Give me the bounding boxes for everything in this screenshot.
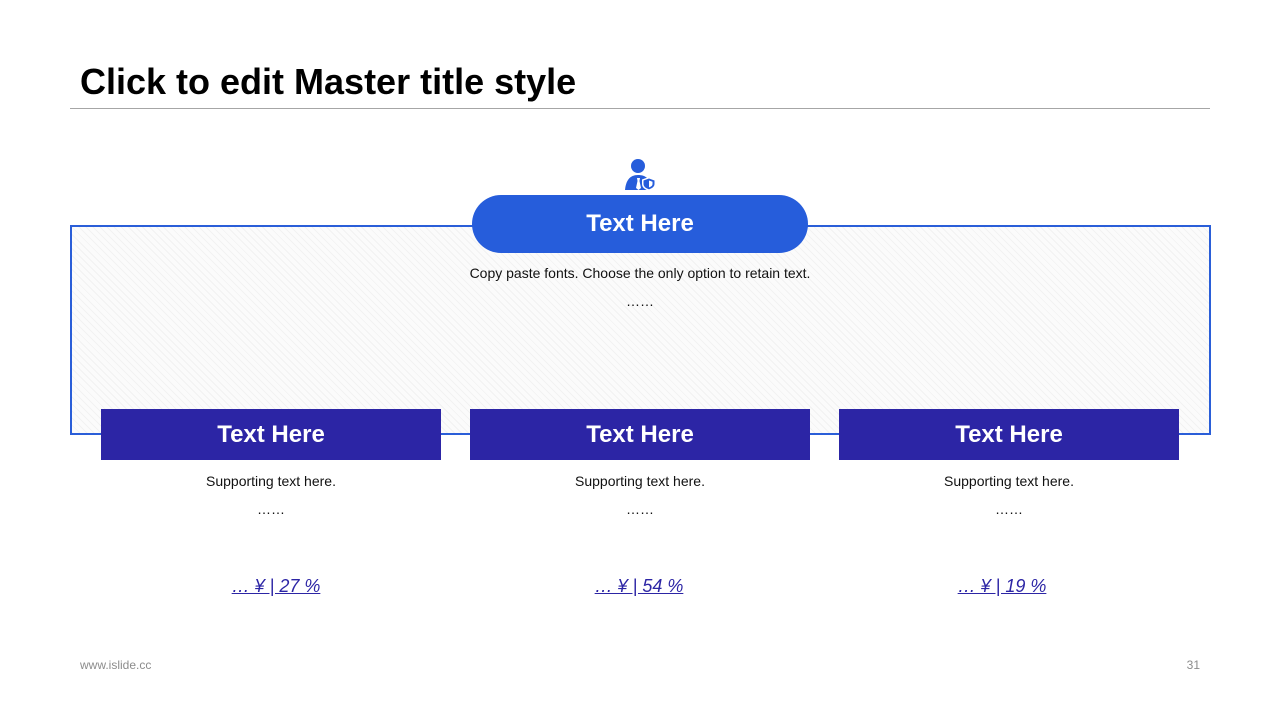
- content-frame: [70, 225, 1211, 435]
- card-3-header: Text Here: [839, 409, 1179, 460]
- card-2-ellipsis: ……: [626, 501, 654, 517]
- slide-title: Click to edit Master title style: [80, 61, 577, 102]
- main-heading-pill: Text Here: [472, 195, 808, 253]
- user-shield-icon: [625, 159, 656, 191]
- card-1-heading: Text Here: [217, 420, 325, 448]
- card-3-text: Supporting text here.: [944, 473, 1074, 489]
- card-2-text: Supporting text here.: [575, 473, 705, 489]
- card-2-stat: … ¥ | 54 %: [594, 576, 684, 596]
- card-2-header: Text Here: [470, 409, 810, 460]
- title-divider: [70, 108, 1210, 109]
- card-3-ellipsis: ……: [995, 501, 1023, 517]
- card-3-heading: Text Here: [955, 420, 1063, 448]
- card-1-ellipsis: ……: [257, 501, 285, 517]
- card-1-stat: … ¥ | 27 %: [231, 576, 321, 596]
- page-number: 31: [1186, 658, 1200, 672]
- footer-website: www.islide.cc: [80, 658, 152, 672]
- main-description: Copy paste fonts. Choose the only option…: [469, 265, 811, 281]
- main-heading: Text Here: [586, 210, 694, 237]
- main-ellipsis: ……: [626, 293, 654, 309]
- card-2-heading: Text Here: [586, 420, 694, 448]
- card-1-header: Text Here: [101, 409, 441, 460]
- card-1-text: Supporting text here.: [206, 473, 336, 489]
- card-3-stat: … ¥ | 19 %: [957, 576, 1047, 596]
